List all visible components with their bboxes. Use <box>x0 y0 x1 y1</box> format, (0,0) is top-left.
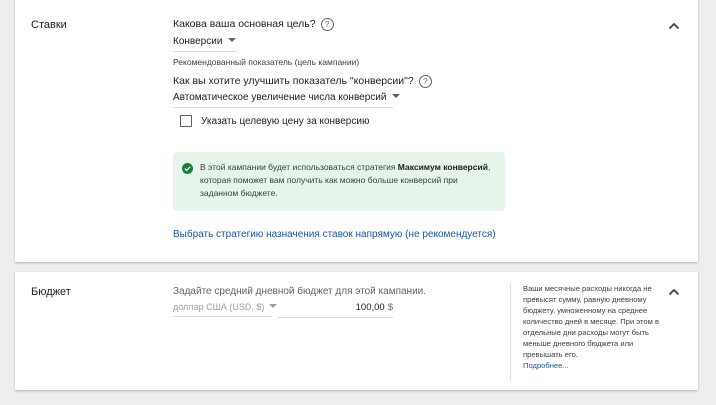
daily-budget-amount: 100,00 <box>355 302 385 313</box>
currency-value: доллар США (USD, $) <box>173 302 265 312</box>
info-text-before: В этой кампании будет использоваться стр… <box>200 162 398 172</box>
collapse-budget-button[interactable] <box>664 282 684 302</box>
improve-dropdown-value: Автоматическое увеличение числа конверси… <box>173 92 387 103</box>
chevron-up-icon <box>668 22 680 30</box>
budget-section-title: Бюджет <box>31 286 71 298</box>
target-price-checkbox-row[interactable]: Указать целевую цену за конверсию <box>180 115 369 127</box>
caret-down-icon <box>392 94 401 98</box>
bids-section: Ставки Какова ваша основная цель?? Конве… <box>15 0 698 262</box>
goal-question: Какова ваша основная цель?? <box>173 18 334 31</box>
info-text-strategy: Максимум конверсий <box>397 162 488 172</box>
improve-question-text: Как вы хотите улучшить показатель "конве… <box>173 75 414 87</box>
caret-down-icon <box>269 304 278 308</box>
strategy-info-text: В этой кампании будет использоваться стр… <box>200 161 495 200</box>
target-price-checkbox-label: Указать целевую цену за конверсию <box>201 115 370 127</box>
goal-question-text: Какова ваша основная цель? <box>173 18 316 30</box>
bids-section-title: Ставки <box>31 19 67 31</box>
budget-note-text: Ваши месячные расходы никогда не превыся… <box>523 284 659 359</box>
help-icon[interactable]: ? <box>418 75 432 88</box>
currency-dropdown[interactable]: доллар США (USD, $) <box>173 302 278 317</box>
chevron-up-icon <box>668 288 680 296</box>
strategy-info-box: В этой кампании будет использоваться стр… <box>173 152 505 211</box>
check-circle-icon <box>182 163 193 174</box>
improve-dropdown[interactable]: Автоматическое увеличение числа конверси… <box>173 92 401 108</box>
goal-dropdown[interactable]: Конверсии <box>173 36 237 52</box>
budget-note: Ваши месячные расходы никогда не превыся… <box>523 283 663 371</box>
budget-question: Задайте средний дневной бюджет для этой … <box>173 286 427 297</box>
caret-down-icon <box>228 38 237 42</box>
help-icon[interactable]: ? <box>320 18 334 31</box>
choose-strategy-link[interactable]: Выбрать стратегию назначения ставок напр… <box>173 229 496 240</box>
goal-dropdown-value: Конверсии <box>173 36 223 47</box>
daily-budget-input[interactable]: 100,00 $ <box>278 302 393 318</box>
improve-question: Как вы хотите улучшить показатель "конве… <box>173 75 432 88</box>
target-price-checkbox[interactable] <box>180 115 192 127</box>
goal-hint: Рекомендованный показатель (цель кампани… <box>173 57 360 67</box>
collapse-bids-button[interactable] <box>664 16 684 36</box>
budget-section: Бюджет Задайте средний дневной бюджет дл… <box>15 272 698 390</box>
budget-more-link[interactable]: Подробнее... <box>523 360 663 371</box>
divider <box>510 284 511 380</box>
daily-budget-unit: $ <box>387 302 393 313</box>
